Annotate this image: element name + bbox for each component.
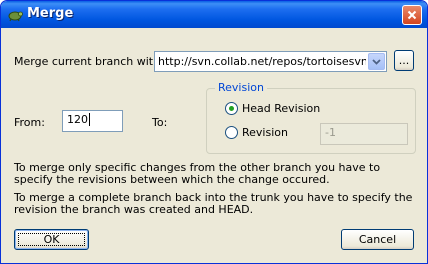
to-revision-placeholder: -1 [325,126,336,139]
cancel-button-label: Cancel [358,233,397,246]
close-icon [407,10,417,20]
tortoisesvn-icon [7,7,23,23]
browse-button-label: ... [398,54,410,67]
merge-with-label: Merge current branch with: [14,55,164,68]
from-label: From: [14,116,45,129]
merge-url-combobox[interactable]: http://svn.collab.net/repos/tortoisesvn/… [154,51,387,72]
help-text-complete-branch: To merge a complete branch back into the… [14,191,413,216]
title-bar[interactable]: Merge [1,1,427,28]
ok-button[interactable]: OK [14,229,89,250]
window-title: Merge [27,6,74,21]
chevron-down-icon [372,58,381,65]
to-revision-input[interactable]: -1 [320,123,408,145]
revision-radio[interactable] [225,126,238,139]
from-revision-input[interactable]: 120 [62,110,123,132]
head-revision-radio[interactable] [225,102,238,115]
dialog-body: Merge current branch with: http://svn.co… [4,28,424,262]
revision-radio-label[interactable]: Revision [242,126,288,139]
head-revision-label[interactable]: Head Revision [242,102,320,115]
help-text-specific-changes: To merge only specific changes from the … [14,161,381,186]
ok-focus-ring [18,233,85,246]
revision-group-title: Revision [215,81,267,94]
merge-dialog: Merge Merge current branch with: http://… [0,0,428,264]
radio-selected-dot [229,106,234,111]
cancel-button[interactable]: Cancel [341,229,414,250]
browse-button[interactable]: ... [394,50,414,71]
combo-dropdown-button[interactable] [368,53,385,70]
to-label: To: [152,116,168,129]
close-button[interactable] [402,5,422,25]
revision-groupbox: Revision Head Revision Revision -1 [206,81,416,154]
from-revision-value: 120 [67,113,88,126]
merge-url-value: http://svn.collab.net/repos/tortoisesvn/… [158,55,366,68]
